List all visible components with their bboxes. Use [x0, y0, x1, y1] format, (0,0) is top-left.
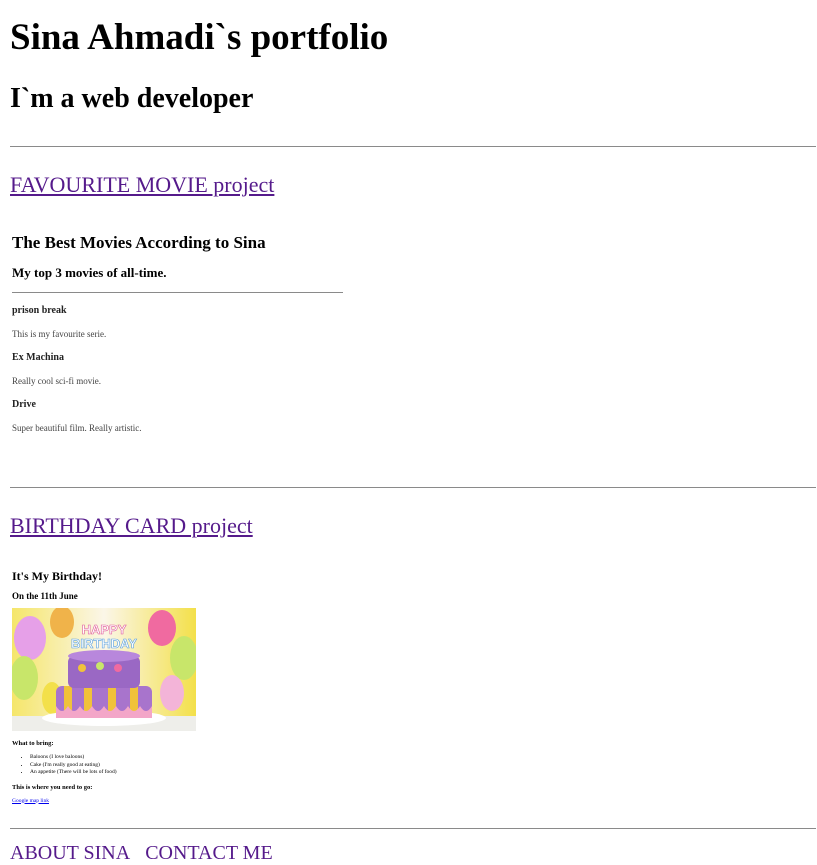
list-item: Cake (I'm really good at eating) [30, 762, 196, 770]
about-link[interactable]: ABOUT SINA [10, 842, 130, 864]
movie-project-embed: The Best Movies According to Sina My top… [12, 232, 352, 434]
svg-text:HAPPY: HAPPY [82, 622, 127, 637]
list-item: Baloons (I love baloons) [30, 754, 196, 762]
svg-text:BIRTHDAY: BIRTHDAY [71, 636, 137, 651]
divider [10, 146, 816, 147]
divider [10, 828, 816, 829]
divider [10, 487, 816, 488]
birthday-project-link[interactable]: BIRTHDAY CARD project [10, 513, 253, 539]
cake-illustration: HAPPY BIRTHDAY [10, 606, 198, 731]
movie-embed-title: The Best Movies According to Sina [12, 233, 266, 252]
birthday-date: On the 11th June [12, 591, 78, 601]
bring-list: Baloons (I love baloons) Cake (I'm reall… [12, 754, 196, 777]
movie-embed-divider [12, 292, 343, 293]
movie-desc: This is my favourite serie. [12, 329, 107, 339]
list-item: An appetite (There will be lots of food) [30, 769, 196, 777]
footer-nav: ABOUT SINA CONTACT ME [10, 841, 283, 865]
movie-desc: Super beautiful film. Really artistic. [12, 423, 142, 433]
site-title: Sina Ahmadi`s portfolio [10, 17, 389, 58]
movie-name: Ex Machina [12, 352, 64, 363]
contact-link[interactable]: CONTACT ME [145, 842, 272, 864]
where-heading: This is where you need to go: [12, 783, 93, 791]
birthday-project-embed: It's My Birthday! On the 11th June HAPPY… [10, 568, 198, 804]
birthday-cake-image: HAPPY BIRTHDAY [10, 606, 198, 731]
bring-heading: What to bring: [12, 740, 54, 747]
movie-project-link[interactable]: FAVOURITE MOVIE project [10, 172, 274, 198]
tagline: I`m a web developer [10, 83, 254, 114]
birthday-title: It's My Birthday! [12, 569, 102, 583]
movie-desc: Really cool sci-fi movie. [12, 376, 101, 386]
movie-name: Drive [12, 399, 36, 410]
google-map-link[interactable]: Google map link [12, 798, 196, 804]
movie-embed-subtitle: My top 3 movies of all-time. [12, 265, 167, 280]
movie-name: prison break [12, 305, 67, 316]
